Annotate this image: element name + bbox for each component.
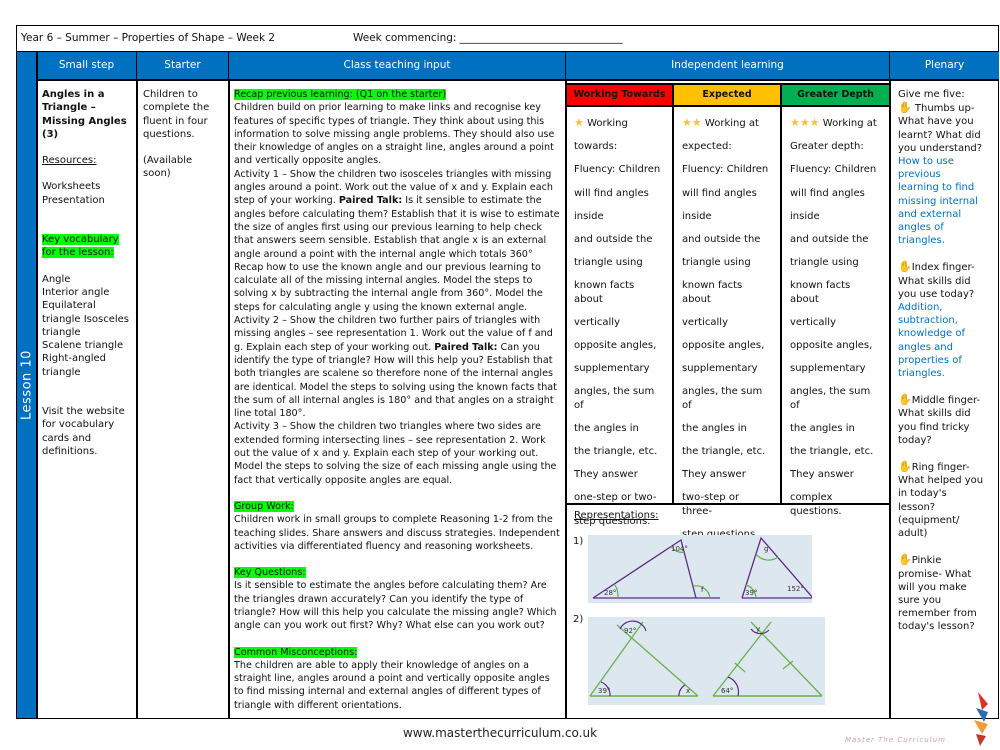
- key-questions-text: Is it sensible to estimate the angles be…: [234, 580, 557, 632]
- representation-1-diagram: 28° 104° f g 39° 152°: [588, 535, 812, 603]
- plan-title: Year 6 – Summer – Properties of Shape – …: [21, 32, 276, 44]
- representations-label: Representations:: [574, 510, 659, 521]
- small-step-title: Angles in a Triangle – Missing Angles (3…: [42, 89, 127, 140]
- key-questions-heading: Key Questions:: [234, 567, 306, 579]
- angle-label: 92°: [624, 627, 636, 635]
- thumb-answer: How to use previous learning to find missi…: [898, 156, 978, 247]
- week-commencing: Week commencing: _______________________…: [353, 32, 623, 44]
- hand-icon: ✋: [898, 260, 912, 274]
- title-row: Year 6 – Summer – Properties of Shape – …: [16, 25, 999, 52]
- group-work-heading: Group Work:: [234, 500, 294, 512]
- resource-item: Worksheets: [42, 181, 101, 193]
- star-icon: ★★★: [790, 116, 820, 129]
- group-work-text: Children work in small groups to complet…: [234, 514, 560, 552]
- angle-label: 64°: [721, 687, 733, 695]
- plenary-cell: Give me five: ✋ Thumbs up- What have you…: [893, 88, 998, 634]
- star-icon: ★: [574, 116, 584, 129]
- diagram-background: [588, 535, 812, 603]
- level-working-towards-text: ★ Working towards: Fluency: Children will…: [574, 116, 661, 527]
- angle-label: 39°: [598, 687, 610, 695]
- pencil-logo-icon: [974, 692, 988, 746]
- small-step-cell: Angles in a Triangle – Missing Angles (3…: [42, 88, 136, 458]
- index-answer: Addition, subtraction, knowledge of angles…: [898, 302, 966, 380]
- hand-icon: ✋: [898, 553, 912, 567]
- lesson-band: Lesson 10: [17, 52, 36, 718]
- level-working-towards-header: Working Towards: [567, 84, 672, 105]
- vocab-label: Key vocabulary for the lesson:: [42, 234, 119, 259]
- header-small-step: Small step: [36, 52, 137, 79]
- level-greater-depth-header: Greater Depth: [782, 84, 889, 105]
- recap-text: Children build on prior learning to make…: [234, 102, 555, 167]
- teaching-cell: Recap previous learning: (Q1 on the star…: [230, 88, 565, 712]
- divider: [565, 83, 890, 85]
- divider: [889, 79, 891, 719]
- star-icon: ★★: [682, 116, 702, 129]
- angle-label: 152°: [787, 585, 804, 593]
- hand-icon: ✋: [898, 101, 912, 115]
- divider: [36, 52, 38, 719]
- angle-label: g: [764, 545, 768, 553]
- lesson-label: Lesson 10: [19, 350, 34, 420]
- angle-label: 28°: [604, 589, 616, 597]
- hand-icon: ✋: [898, 393, 912, 407]
- level-expected-header: Expected: [674, 84, 780, 105]
- level-greater-depth-text: ★★★ Working at Greater depth: Fluency: Ch…: [790, 116, 877, 517]
- header-independent-learning: Independent learning: [566, 52, 890, 79]
- level-expected-text: ★★ Working at expected: Fluency: Children…: [682, 116, 769, 540]
- resource-item: Presentation: [42, 194, 105, 206]
- activity-1: Activity 1 – Show the children two isosc…: [234, 168, 560, 313]
- representation-2-diagram: 92° 39° x y 64°: [588, 617, 825, 705]
- header-starter: Starter: [137, 52, 229, 79]
- rep2-label: 2): [573, 614, 584, 625]
- activity-3: Activity 3 – Show the children two trian…: [234, 421, 557, 486]
- misconceptions-heading: Common Misconceptions:: [234, 646, 358, 658]
- website-note: Visit the website for vocabulary cards a…: [42, 406, 125, 457]
- angle-label: x: [686, 687, 690, 695]
- angle-label: 104°: [671, 545, 688, 553]
- activity-2: Activity 2 – Show the children two furth…: [234, 315, 557, 420]
- logo-text: Master The Curriculum: [845, 736, 946, 744]
- divider: [136, 79, 138, 719]
- resources-label: Resources:: [42, 155, 97, 167]
- angle-label: y: [756, 625, 760, 633]
- recap-heading: Recap previous learning: (Q1 on the star…: [234, 89, 447, 100]
- starter-cell: Children to complete the fluent in four …: [143, 88, 229, 181]
- hand-icon: ✋: [898, 460, 912, 474]
- misconceptions-text: The children are able to apply their kno…: [234, 659, 550, 711]
- rep1-label: 1): [573, 536, 584, 547]
- angle-label: 39°: [745, 589, 757, 597]
- header-plenary: Plenary: [890, 52, 999, 79]
- availability-note: (Available: [143, 155, 193, 167]
- divider: [36, 79, 999, 81]
- vocab-list: Angle Interior angle Equilateral triangl…: [42, 273, 130, 378]
- header-class-teaching: Class teaching input: [229, 52, 566, 79]
